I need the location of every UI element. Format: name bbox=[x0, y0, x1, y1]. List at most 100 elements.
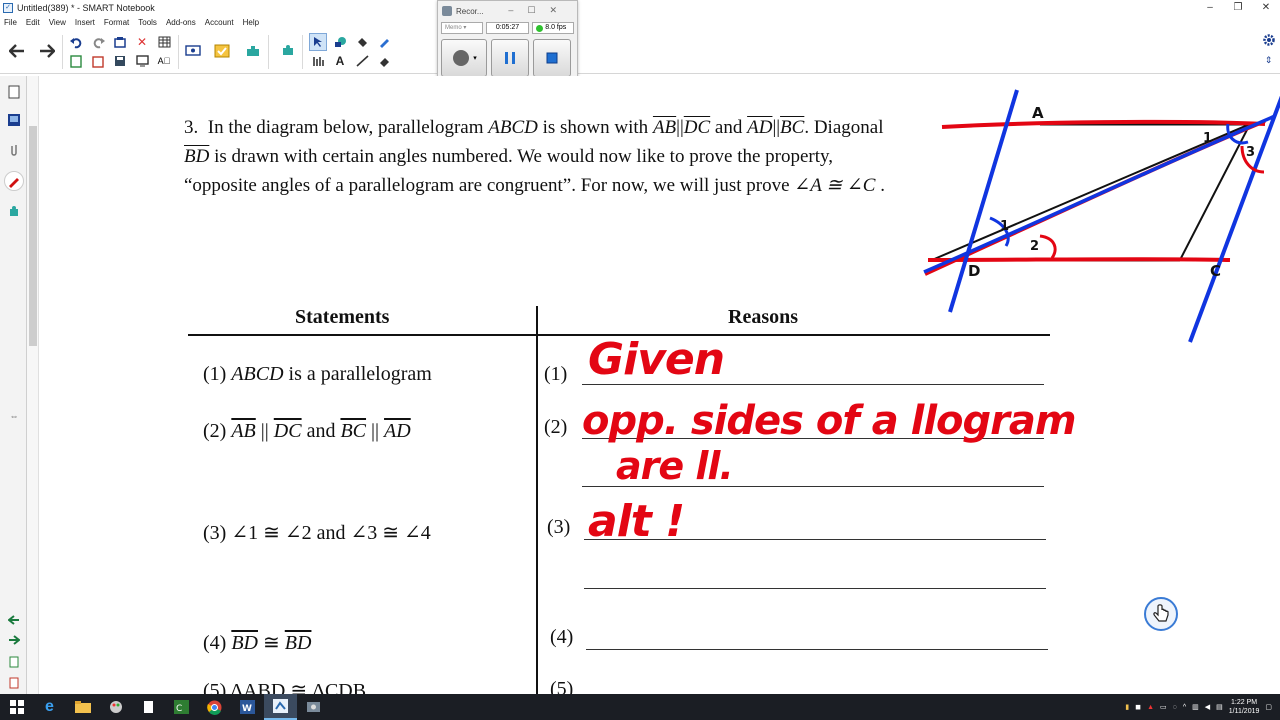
tray-network-icon[interactable]: ▥ bbox=[1192, 703, 1199, 711]
menu-file[interactable]: File bbox=[4, 18, 17, 27]
taskbar-clock[interactable]: 1:22 PM 1/11/2019 bbox=[1229, 698, 1260, 716]
chrome-icon[interactable] bbox=[198, 694, 231, 720]
minimize-button[interactable]: – bbox=[1196, 0, 1224, 15]
menu-insert[interactable]: Insert bbox=[75, 18, 95, 27]
file-explorer-icon[interactable] bbox=[66, 694, 99, 720]
measurement-tools-icon[interactable] bbox=[309, 52, 327, 70]
table-icon[interactable] bbox=[155, 33, 173, 51]
tray-acrobat-icon[interactable]: ▲ bbox=[1147, 704, 1154, 711]
recorder-elapsed-time: 0:05:27 bbox=[485, 22, 530, 34]
menu-format[interactable]: Format bbox=[104, 18, 129, 27]
panel-delete-page-icon[interactable] bbox=[4, 673, 24, 693]
next-page-icon[interactable] bbox=[38, 42, 56, 60]
panel-move-icon[interactable]: ⇔ bbox=[4, 406, 24, 426]
blank-document-icon[interactable] bbox=[132, 694, 165, 720]
page-sorter-icon[interactable] bbox=[4, 82, 24, 102]
notebook-page[interactable]: 3. In the diagram below, parallelogram A… bbox=[40, 76, 1280, 694]
text-tool-icon[interactable]: A bbox=[331, 52, 349, 70]
screen-capture-icon[interactable] bbox=[133, 52, 151, 70]
menu-help[interactable]: Help bbox=[243, 18, 259, 27]
response-icon[interactable] bbox=[279, 42, 297, 60]
menu-tools[interactable]: Tools bbox=[138, 18, 157, 27]
tray-notifications-icon[interactable]: ▤ bbox=[1216, 703, 1223, 711]
handwritten-reason-1[interactable]: Given bbox=[588, 334, 725, 385]
record-button[interactable]: ▾ bbox=[441, 39, 487, 77]
action-center-icon[interactable]: ▢ bbox=[1265, 703, 1272, 711]
line-tool-icon[interactable] bbox=[353, 52, 371, 70]
add-ons-panel-icon[interactable] bbox=[4, 201, 24, 221]
tray-sync-icon[interactable]: ◌ bbox=[1173, 704, 1177, 711]
save-icon[interactable] bbox=[111, 52, 129, 70]
panel-add-page-icon[interactable] bbox=[4, 652, 24, 672]
menu-account[interactable]: Account bbox=[205, 18, 234, 27]
paint-icon[interactable] bbox=[99, 694, 132, 720]
problem-text-4: is drawn with certain angles numbered. W… bbox=[184, 146, 834, 196]
handwritten-reason-3[interactable]: alt ! bbox=[588, 496, 685, 547]
select-tool-icon[interactable] bbox=[309, 33, 327, 51]
smart-notebook-taskbar-icon[interactable] bbox=[264, 694, 297, 720]
screen-shade-icon[interactable] bbox=[111, 33, 129, 51]
angle-2-label: 2 bbox=[1030, 239, 1039, 254]
lesson-activity-icon[interactable] bbox=[213, 42, 231, 60]
attachments-icon[interactable] bbox=[4, 140, 24, 160]
pause-button[interactable] bbox=[491, 39, 529, 77]
handwriting-recognition-icon[interactable]: A⃥ bbox=[155, 52, 173, 70]
statement-4-bd-2: BD bbox=[284, 632, 312, 654]
tray-hidden-icons[interactable]: ^ bbox=[1183, 704, 1186, 711]
tray-camera-icon[interactable]: ◼ bbox=[1135, 703, 1141, 711]
paste-icon[interactable] bbox=[89, 52, 107, 70]
insert-page-icon[interactable] bbox=[67, 52, 85, 70]
recorder-window-controls[interactable]: –☐✕ bbox=[508, 5, 571, 16]
statements-header: Statements bbox=[295, 306, 390, 328]
undo-icon[interactable] bbox=[67, 33, 85, 51]
problem-text-3: . Diagonal bbox=[804, 117, 884, 138]
delete-icon[interactable]: ✕ bbox=[133, 33, 151, 51]
statement-2-and: and bbox=[306, 420, 336, 442]
menu-add-ons[interactable]: Add-ons bbox=[166, 18, 196, 27]
redo-icon[interactable] bbox=[89, 33, 107, 51]
segment-dc: DC bbox=[683, 117, 711, 138]
scrollbar-thumb[interactable] bbox=[29, 126, 37, 346]
stop-button[interactable] bbox=[533, 39, 571, 77]
shapes-tool-icon[interactable] bbox=[331, 33, 349, 51]
close-button[interactable]: ✕ bbox=[1252, 0, 1280, 15]
tray-volume-icon[interactable]: ◀ bbox=[1205, 703, 1210, 711]
document-camera-icon[interactable] bbox=[184, 42, 202, 60]
handwritten-reason-2a[interactable]: opp. sides of a llogram bbox=[582, 398, 1077, 444]
eraser-icon[interactable] bbox=[375, 52, 393, 70]
start-button[interactable] bbox=[0, 694, 33, 720]
panel-prev-page-icon[interactable] bbox=[4, 610, 24, 630]
tray-display-icon[interactable]: ▭ bbox=[1160, 703, 1167, 711]
menu-edit[interactable]: Edit bbox=[26, 18, 40, 27]
word-icon[interactable]: W bbox=[231, 694, 264, 720]
properties-pen-icon[interactable] bbox=[4, 171, 24, 191]
menu-view[interactable]: View bbox=[49, 18, 66, 27]
edge-browser-icon[interactable]: e bbox=[33, 694, 66, 720]
recorder-taskbar-icon[interactable] bbox=[297, 694, 330, 720]
fill-tool-icon[interactable] bbox=[353, 33, 371, 51]
screen-recorder-window: Recor... –☐✕ Memo ▾ 0:05:27 8.0 fps ▾ bbox=[437, 0, 578, 84]
camtasia-icon[interactable]: C bbox=[165, 694, 198, 720]
recorder-source-select[interactable]: Memo ▾ bbox=[441, 22, 483, 34]
record-dropdown-icon[interactable]: ▾ bbox=[473, 54, 477, 62]
segment-ab: AB bbox=[652, 117, 677, 138]
page-scrollbar[interactable] bbox=[27, 76, 39, 694]
side-panel: ⇔ bbox=[0, 76, 27, 694]
add-ons-icon[interactable] bbox=[244, 42, 262, 60]
previous-page-icon[interactable] bbox=[8, 42, 26, 60]
panel-next-page-icon[interactable] bbox=[4, 630, 24, 650]
toolbar-expand-icon[interactable]: ⇕ bbox=[1265, 56, 1273, 65]
handwritten-reason-2b[interactable]: are ll. bbox=[616, 444, 734, 488]
tray-folder-icon[interactable]: ▮ bbox=[1125, 703, 1129, 711]
system-tray: ▮ ◼ ▲ ▭ ◌ ^ ▥ ◀ ▤ 1:22 PM 1/11/2019 ▢ bbox=[1125, 694, 1280, 720]
segment-bd: BD bbox=[184, 146, 210, 167]
pause-icon bbox=[505, 52, 515, 64]
gallery-icon[interactable] bbox=[4, 110, 24, 130]
settings-gear-icon[interactable] bbox=[1262, 33, 1276, 52]
magic-pen-icon[interactable] bbox=[375, 33, 393, 51]
parallelogram-diagram[interactable]: A D C 1 2 3 1 bbox=[880, 76, 1280, 356]
clock-time: 1:22 PM bbox=[1231, 699, 1258, 706]
goal-statement: ∠A ≅ ∠C bbox=[794, 175, 876, 196]
restore-button[interactable]: ❐ bbox=[1224, 0, 1252, 15]
reason-4-number: (4) bbox=[550, 626, 574, 648]
